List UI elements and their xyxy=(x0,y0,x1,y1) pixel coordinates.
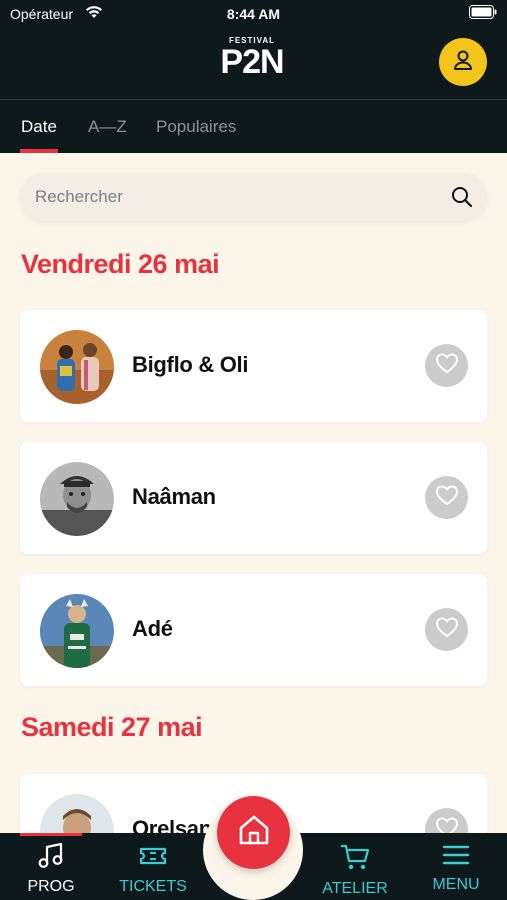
nav-tickets[interactable]: TICKETS xyxy=(103,843,203,896)
search-icon[interactable] xyxy=(451,186,473,213)
favorite-button[interactable] xyxy=(425,608,468,651)
hamburger-icon xyxy=(442,845,470,871)
home-icon xyxy=(237,814,271,851)
logo-main: P2N xyxy=(220,43,284,81)
day-heading: Vendredi 26 mai xyxy=(21,249,220,279)
status-bar: Opérateur 8:44 AM xyxy=(0,0,507,30)
tab-active-indicator xyxy=(20,149,58,153)
artist-name: Bigflo & Oli xyxy=(132,352,249,377)
artist-name: Adé xyxy=(132,616,173,641)
user-icon xyxy=(452,49,474,76)
home-button[interactable] xyxy=(217,796,290,869)
search-input[interactable] xyxy=(35,173,435,221)
music-note-icon xyxy=(37,842,65,873)
battery-icon xyxy=(469,5,497,22)
tab-populaires[interactable]: Populaires xyxy=(156,117,236,137)
artist-card[interactable]: Bigflo & Oli xyxy=(20,310,487,422)
nav-menu-label: MENU xyxy=(432,876,480,893)
festival-logo: FESTIVAL P2N xyxy=(202,36,302,88)
artist-photo xyxy=(40,594,114,668)
favorite-button[interactable] xyxy=(425,344,468,387)
favorite-button[interactable] xyxy=(425,476,468,519)
cart-icon xyxy=(340,844,370,875)
search-bar[interactable] xyxy=(20,173,487,221)
nav-tickets-label: TICKETS xyxy=(119,878,187,895)
artist-name: Naâman xyxy=(132,484,216,509)
day-heading: Samedi 27 mai xyxy=(21,712,203,742)
app-header: Opérateur 8:44 AM FESTIVAL P2N Date A—Z … xyxy=(0,0,507,153)
tab-a-z[interactable]: A—Z xyxy=(88,117,127,137)
ticket-icon xyxy=(138,847,168,873)
heart-icon xyxy=(435,484,459,511)
nav-active-indicator xyxy=(20,833,82,836)
heart-icon xyxy=(435,352,459,379)
nav-prog-label: PROG xyxy=(27,878,75,895)
artist-card[interactable]: Adé xyxy=(20,574,487,686)
nav-atelier[interactable]: ATELIER xyxy=(305,843,405,898)
artist-photo xyxy=(40,330,114,404)
header-divider xyxy=(0,99,507,100)
artist-card[interactable]: Naâman xyxy=(20,442,487,554)
nav-prog[interactable]: PROG xyxy=(1,842,101,896)
account-button[interactable] xyxy=(439,38,487,86)
nav-atelier-label: ATELIER xyxy=(322,880,388,897)
nav-menu[interactable]: MENU xyxy=(406,843,506,894)
artist-photo xyxy=(40,462,114,536)
clock: 8:44 AM xyxy=(226,6,281,22)
tab-date[interactable]: Date xyxy=(21,117,57,137)
heart-icon xyxy=(435,616,459,643)
